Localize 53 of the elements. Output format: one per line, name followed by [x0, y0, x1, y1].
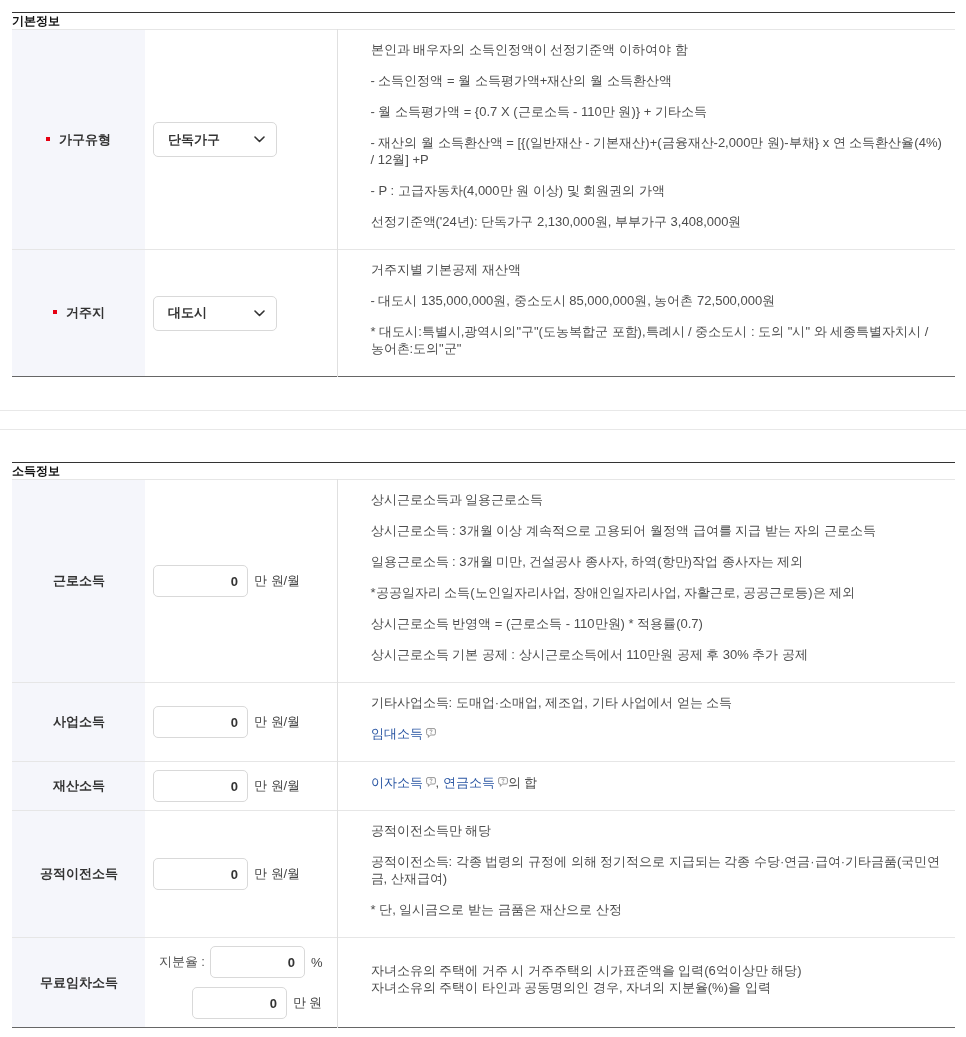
description-text: *공공일자리 소득(노인일자리사업, 장애인일자리사업, 자활근로, 공공근로등)은 제외 — [370, 584, 857, 601]
description-text: 거주지별 기본공제 재산액 — [370, 261, 522, 278]
unit-label: 만 원/월 — [254, 572, 301, 590]
chevron-down-icon — [254, 309, 265, 317]
amount-input[interactable]: 0 — [153, 770, 248, 802]
field-label: 공적이전소득 — [39, 865, 118, 883]
select-dropdown[interactable]: 대도시 — [153, 295, 277, 331]
description-text: 상시근로소득과 일용근로소득 — [370, 491, 545, 508]
section-title: 소득정보 — [12, 463, 61, 479]
field-label: 무료임차소득 — [39, 973, 118, 992]
amount-input[interactable]: 0 — [209, 946, 305, 978]
unit-label: 만 원/월 — [254, 865, 301, 883]
description-text: - 월 소득평가액 = {0.7 X (근로소득 - 110만 원)} + 기타소득 — [370, 103, 708, 120]
description-text: * 단, 일시금으로 받는 금품은 재산으로 산정 — [370, 901, 623, 918]
chevron-down-icon — [254, 136, 265, 143]
description-text: * 대도시:특별시,광역시의"구"(도농복합군 포함),특례시 / 중소도시 : 도의 "시" 와 세종특별자치시 / 농어촌:도의"군" — [370, 323, 930, 357]
description-text: 이자소득 , 연금소득 의 합 — [370, 773, 539, 791]
amount-input[interactable]: 0 — [153, 565, 248, 597]
description-text: - 소득인정액 = 월 소득평가액+재산의 월 소득환산액 — [370, 72, 673, 89]
unit-label: % — [310, 954, 323, 970]
term-link[interactable]: 연금소득 — [442, 774, 495, 790]
field-label: 거주지 — [65, 304, 105, 322]
description-text: 선정기준액('24년): 단독가구 2,130,000원, 부부가구 3,408,000원 — [370, 213, 743, 230]
amount-input[interactable]: 0 — [191, 987, 287, 1019]
term-link[interactable]: 이자소득 — [370, 774, 423, 790]
unit-label: 만 원/월 — [254, 777, 301, 795]
description-text: 공적이전소득: 각종 법령의 규정에 의해 정기적으로 지급되는 각종 수당·연금·급여·기타금품(국민연금, 산재급여) — [370, 853, 942, 887]
description-text: 상시근로소득 기본 공제 : 상시근로소득에서 110만원 공제 후 30% 추가 공제 — [370, 646, 809, 663]
description-text: - 대도시 135,000,000원, 중소도시 85,000,000원, 농어촌 72,500,000원 — [370, 292, 777, 309]
description-text: 자녀소유의 주택에 거주 시 거주주택의 시가표준액을 입력(6억이상만 해당) 자녀소유의 주택이 타인과 공동명의인 경우, 자녀의 지분율(%)을 입력 — [370, 961, 803, 996]
select-dropdown[interactable]: 단독가구 — [153, 122, 277, 157]
amount-input[interactable]: 0 — [153, 706, 248, 738]
help-bubble-icon[interactable] — [497, 776, 508, 787]
description-text: - 재산의 월 소득환산액 = [{(일반재산 - 기본재산)+(금융재산-2,000만 원)-부채} x 연 소득환산율(4%) / 12월] +P — [370, 134, 943, 168]
unit-label: 만 원/월 — [254, 713, 301, 731]
help-bubble-icon[interactable] — [425, 776, 436, 787]
field-label: 재산소득 — [52, 777, 105, 795]
term-link[interactable]: 임대소득 — [370, 726, 423, 741]
description-text: - P : 고급자동차(4,000만 원 이상) 및 회원권의 가액 — [370, 182, 666, 199]
description-text: 일용근로소득 : 3개월 미만, 건설공사 종사자, 하역(항만)작업 종사자는 제외 — [370, 553, 805, 570]
field-label: 사업소득 — [52, 713, 105, 731]
section-title: 기본정보 — [12, 13, 61, 29]
field-label: 근로소득 — [52, 572, 105, 590]
description-text: 본인과 배우자의 소득인정액이 선정기준액 이하여야 함 — [370, 41, 689, 58]
prefix-label: 지분율 : — [158, 953, 205, 971]
description-text: 기타사업소득: 도매업·소매업, 제조업, 기타 사업에서 얻는 소득 — [370, 694, 734, 711]
description-text: 상시근로소득 : 3개월 이상 계속적으로 고용되어 월정액 급여를 지급 받는 자의 근로소득 — [370, 522, 878, 539]
unit-label: 만 원 — [292, 994, 323, 1012]
field-label: 가구유형 — [59, 130, 111, 149]
description-text: 공적이전소득만 해당 — [370, 822, 493, 839]
description-text: 상시근로소득 반영액 = (근로소득 - 110만원) * 적용률(0.7) — [370, 615, 704, 632]
help-bubble-icon[interactable] — [425, 728, 436, 738]
amount-input[interactable]: 0 — [153, 858, 248, 890]
